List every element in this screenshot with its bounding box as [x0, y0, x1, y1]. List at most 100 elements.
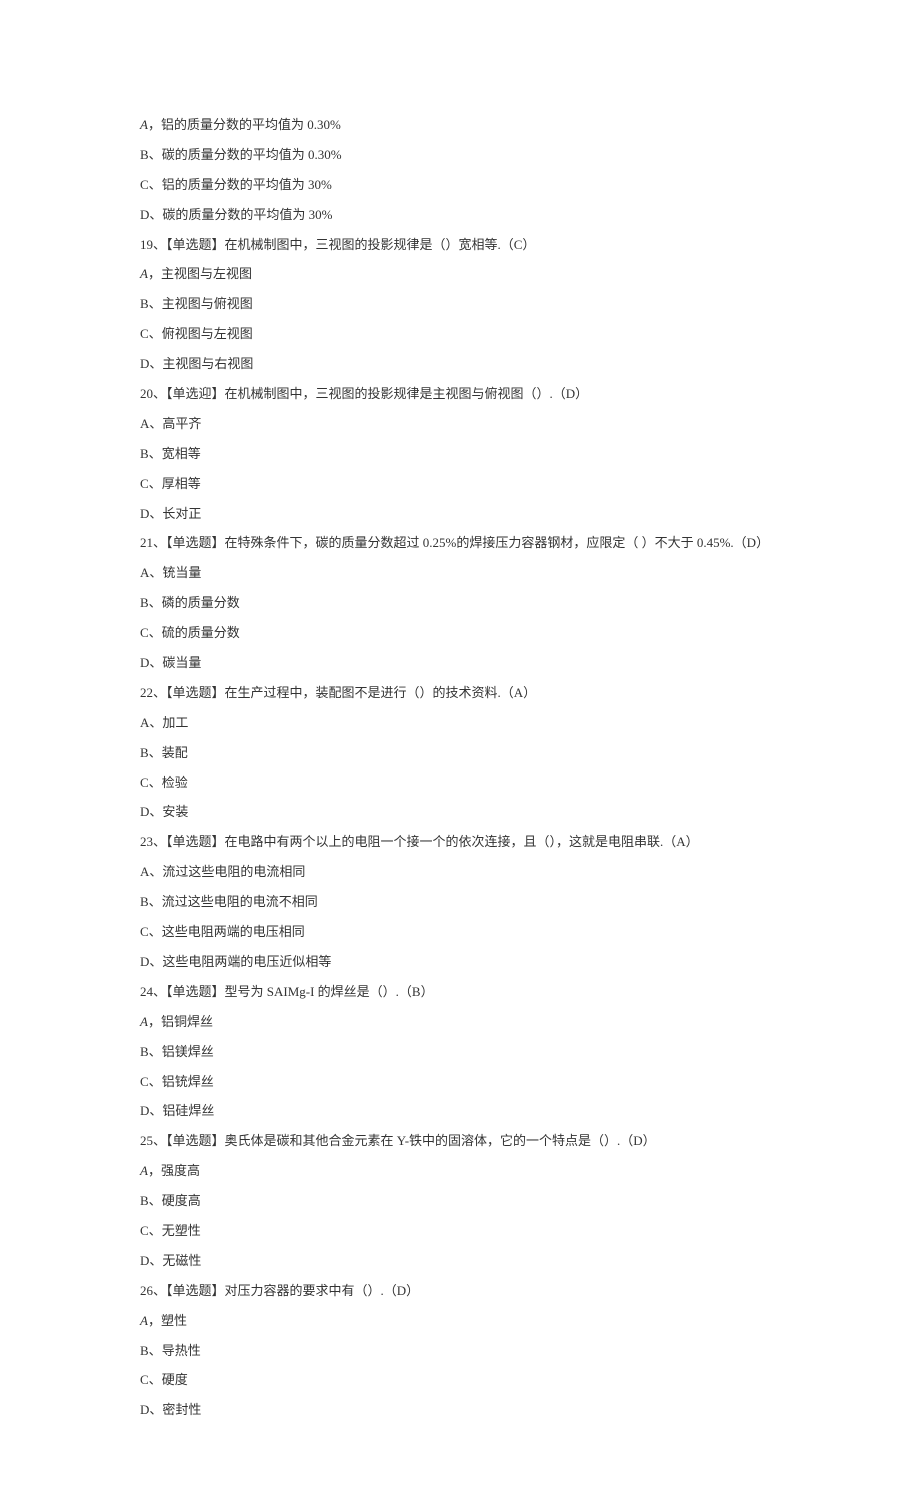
- option-text: 磷的质量分数: [162, 595, 240, 610]
- separator: 、: [149, 506, 162, 521]
- option-label: B: [140, 296, 149, 311]
- option-text: 导热性: [162, 1343, 201, 1358]
- separator: 、: [149, 655, 162, 670]
- option-line: A，铝铜焊丝: [140, 1007, 780, 1037]
- separator: 、: [153, 685, 166, 700]
- separator: 、: [149, 804, 162, 819]
- option-line: A、铳当量: [140, 558, 780, 588]
- option-text: 流过这些电阻的电流不相同: [162, 894, 318, 909]
- separator: 、: [149, 565, 162, 580]
- option-text: 长对正: [162, 506, 201, 521]
- option-text: 检验: [162, 775, 188, 790]
- option-line: B、硬度高: [140, 1186, 780, 1216]
- option-line: C、厚相等: [140, 469, 780, 499]
- option-label: C: [140, 775, 149, 790]
- separator: 、: [149, 924, 162, 939]
- separator: ，: [148, 1163, 161, 1178]
- separator: 、: [149, 745, 162, 760]
- question-line: 20、【单选迎】在机械制图中，三视图的投影规律是主视图与俯视图（）.（D）: [140, 379, 780, 409]
- option-line: A，铝的质量分数的平均值为 0.30%: [140, 110, 780, 140]
- separator: 、: [149, 775, 162, 790]
- separator: ，: [148, 117, 161, 132]
- option-line: C、俯视图与左视图: [140, 319, 780, 349]
- option-label: A: [140, 266, 148, 281]
- option-label: B: [140, 595, 149, 610]
- option-label: B: [140, 745, 149, 760]
- option-line: B、铝镁焊丝: [140, 1037, 780, 1067]
- option-label: B: [140, 446, 149, 461]
- separator: 、: [149, 1343, 162, 1358]
- option-text: 这些电阻两端的电压相同: [162, 924, 305, 939]
- option-label: B: [140, 147, 149, 162]
- option-text: 安装: [162, 804, 188, 819]
- option-text: 密封性: [162, 1402, 201, 1417]
- question-text: 【单选题】在特殊条件下，碳的质量分数超过 0.25%的焊接压力容器钢材，应限定（…: [166, 535, 769, 550]
- separator: 、: [149, 1103, 162, 1118]
- option-label: D: [140, 1103, 149, 1118]
- question-line: 26、【单选题】对压力容器的要求中有（）.（D）: [140, 1276, 780, 1306]
- separator: 、: [149, 1223, 162, 1238]
- separator: 、: [149, 1074, 162, 1089]
- option-label: B: [140, 894, 149, 909]
- option-label: D: [140, 207, 149, 222]
- option-line: C、这些电阻两端的电压相同: [140, 917, 780, 947]
- separator: 、: [149, 625, 162, 640]
- option-text: 强度高: [161, 1163, 200, 1178]
- option-label: A: [140, 416, 149, 431]
- option-text: 这些电阻两端的电压近似相等: [162, 954, 331, 969]
- option-label: D: [140, 356, 149, 371]
- option-line: A，塑性: [140, 1306, 780, 1336]
- separator: 、: [149, 207, 162, 222]
- option-line: B、导热性: [140, 1336, 780, 1366]
- separator: 、: [149, 1044, 162, 1059]
- separator: 、: [149, 1402, 162, 1417]
- question-number: 25: [140, 1133, 153, 1148]
- option-label: A: [140, 117, 148, 132]
- question-line: 23、【单选题】在电路中有两个以上的电阻一个接一个的依次连接，且（），这就是电阻…: [140, 827, 780, 857]
- separator: 、: [153, 984, 166, 999]
- separator: 、: [149, 476, 162, 491]
- separator: 、: [153, 535, 166, 550]
- separator: 、: [149, 954, 162, 969]
- separator: 、: [149, 147, 162, 162]
- separator: ，: [148, 1014, 161, 1029]
- option-text: 无塑性: [162, 1223, 201, 1238]
- option-label: C: [140, 625, 149, 640]
- option-text: 铝镁焊丝: [162, 1044, 214, 1059]
- option-line: C、检验: [140, 768, 780, 798]
- separator: ，: [148, 266, 161, 281]
- option-label: C: [140, 924, 149, 939]
- question-text: 【单选题】型号为 SAIMg-I 的焊丝是（）.（B）: [166, 984, 434, 999]
- separator: 、: [149, 356, 162, 371]
- option-line: D、铝硅焊丝: [140, 1096, 780, 1126]
- separator: 、: [149, 595, 162, 610]
- option-text: 装配: [162, 745, 188, 760]
- option-text: 主视图与俯视图: [162, 296, 253, 311]
- question-line: 19、【单选题】在机械制图中，三视图的投影规律是（）宽相等.（C）: [140, 230, 780, 260]
- option-line: B、磷的质量分数: [140, 588, 780, 618]
- option-label: C: [140, 1372, 149, 1387]
- option-text: 宽相等: [162, 446, 201, 461]
- document-content: A，铝的质量分数的平均值为 0.30%B、碳的质量分数的平均值为 0.30%C、…: [140, 110, 780, 1425]
- option-label: C: [140, 326, 149, 341]
- question-line: 21、【单选题】在特殊条件下，碳的质量分数超过 0.25%的焊接压力容器钢材，应…: [140, 528, 780, 558]
- question-text: 【单选题】奥氏体是碳和其他合金元素在 Y-铁中的固溶体，它的一个特点是（）.（D…: [166, 1133, 656, 1148]
- option-label: A: [140, 864, 149, 879]
- question-line: 22、【单选题】在生产过程中，装配图不是进行（）的技术资料.（A）: [140, 678, 780, 708]
- option-text: 塑性: [161, 1313, 187, 1328]
- separator: 、: [153, 834, 166, 849]
- question-number: 22: [140, 685, 153, 700]
- option-line: A、高平齐: [140, 409, 780, 439]
- option-line: D、主视图与右视图: [140, 349, 780, 379]
- separator: 、: [149, 446, 162, 461]
- option-line: C、硫的质量分数: [140, 618, 780, 648]
- option-text: 主视图与右视图: [162, 356, 253, 371]
- option-label: D: [140, 954, 149, 969]
- option-text: 无磁性: [162, 1253, 201, 1268]
- option-text: 硫的质量分数: [162, 625, 240, 640]
- separator: 、: [149, 1372, 162, 1387]
- separator: 、: [149, 715, 162, 730]
- option-label: A: [140, 1014, 148, 1029]
- option-label: D: [140, 804, 149, 819]
- option-line: A，主视图与左视图: [140, 259, 780, 289]
